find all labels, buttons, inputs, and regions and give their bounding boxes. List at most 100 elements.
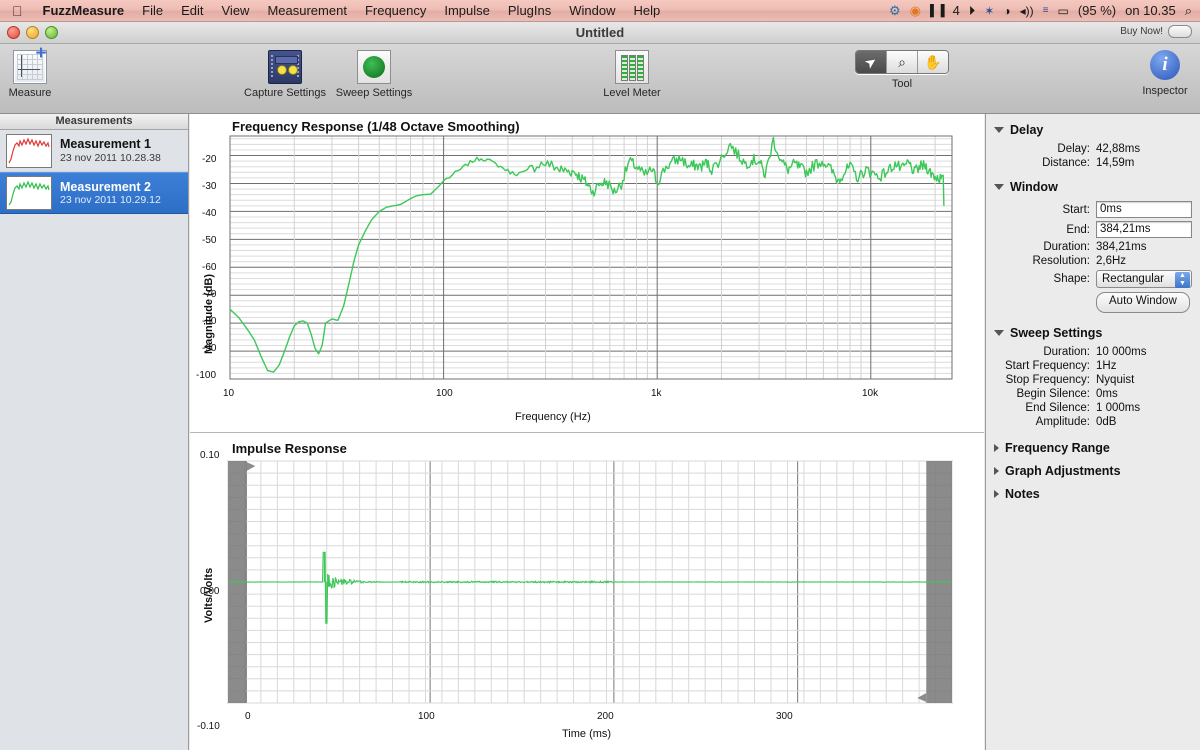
arrow-icon: ➤: [861, 51, 881, 72]
graphs-area: Frequency Response (1/48 Octave Smoothin…: [190, 114, 984, 750]
window-start-input[interactable]: 0ms: [1096, 201, 1192, 218]
row-key: End Silence:: [1025, 402, 1090, 414]
chevron-updown-icon[interactable]: ▲ ▼: [1175, 272, 1190, 288]
inspector-row-shape: Shape: Rectangular ▲ ▼: [986, 270, 1200, 288]
menu-bar:  FuzzMeasure File Edit View Measurement…: [0, 0, 1200, 22]
menu-app-name[interactable]: FuzzMeasure: [34, 0, 134, 22]
list-item[interactable]: Measurement 1 23 nov 2011 10.28.38: [0, 130, 188, 172]
window-end-input[interactable]: 384,21ms: [1096, 221, 1192, 238]
buy-now-area[interactable]: Buy Now!: [1120, 25, 1192, 38]
disclosure-triangle-icon[interactable]: [994, 490, 999, 498]
wifi-icon[interactable]: ◑: [1003, 0, 1010, 22]
menu-item-view[interactable]: View: [213, 0, 259, 22]
row-value: Nyquist: [1096, 374, 1135, 386]
audio-meter-icon[interactable]: ▌▐: [930, 0, 945, 22]
inspector-section-graph-adjustments[interactable]: Graph Adjustments: [986, 461, 1200, 481]
sidebar-header: Measurements: [0, 114, 188, 130]
disclosure-triangle-icon[interactable]: [994, 127, 1004, 133]
inspector-row-begin-silence: Begin Silence: 0ms: [986, 388, 1200, 400]
section-title: Sweep Settings: [1010, 326, 1103, 340]
main-toolbar: + Measure Capture Settings Sweep Setting…: [0, 44, 1200, 114]
sweep-settings-button[interactable]: Sweep Settings: [319, 50, 429, 99]
bluetooth-icon[interactable]: ✶: [984, 0, 994, 22]
row-key: Start Frequency:: [1004, 360, 1090, 372]
impulse-response-plot[interactable]: [190, 433, 984, 750]
section-title: Window: [1010, 180, 1058, 194]
app-status-icon[interactable]: ◉: [910, 0, 921, 22]
inspector-button[interactable]: i Inspector: [1110, 50, 1200, 97]
sweep-settings-icon: [357, 50, 391, 84]
measurement-date: 23 nov 2011 10.28.38: [60, 151, 161, 164]
dropbox-icon[interactable]: ⚙: [889, 0, 901, 22]
keyboard-flag-icon[interactable]: ≡: [1043, 0, 1049, 22]
row-value: 1Hz: [1096, 360, 1117, 372]
frequency-response-plot[interactable]: [190, 114, 984, 432]
menu-clock[interactable]: on 10.35: [1125, 0, 1176, 22]
menu-item-file[interactable]: File: [133, 0, 172, 22]
row-value: 42,88ms: [1096, 143, 1141, 155]
inspector-row-window-end: End: 384,21ms: [986, 221, 1200, 238]
window-shape-value: Rectangular: [1102, 273, 1165, 285]
row-value: 0dB: [1096, 416, 1117, 428]
capture-settings-label: Capture Settings: [244, 87, 326, 99]
row-value: 10 000ms: [1096, 346, 1147, 358]
menu-item-measurement[interactable]: Measurement: [258, 0, 355, 22]
inspector-row-end-silence: End Silence: 1 000ms: [986, 402, 1200, 414]
toolbar-toggle-pill[interactable]: [1168, 25, 1192, 38]
search-icon[interactable]: ⌕: [1185, 0, 1192, 22]
section-title: Frequency Range: [1005, 441, 1110, 455]
level-meter-icon: [615, 50, 649, 84]
inspector-section-frequency-range[interactable]: Frequency Range: [986, 438, 1200, 458]
level-meter-label: Level Meter: [603, 87, 661, 99]
window-title: Untitled: [575, 25, 625, 40]
row-key: Shape:: [1053, 273, 1090, 285]
row-value: 384,21ms: [1096, 241, 1147, 253]
pan-tool-button[interactable]: ✋: [918, 51, 948, 73]
arrow-tool-button[interactable]: ➤: [856, 51, 887, 73]
battery-icon[interactable]: ▭: [1057, 0, 1068, 22]
menu-item-window[interactable]: Window: [560, 0, 624, 22]
inspector-row-duration: Duration: 384,21ms: [986, 241, 1200, 253]
measure-label: Measure: [8, 87, 52, 99]
magnifier-plus-icon: ⌕: [898, 53, 906, 70]
menu-item-frequency[interactable]: Frequency: [356, 0, 435, 22]
inspector-section-sweep-settings[interactable]: Sweep Settings: [986, 322, 1200, 344]
inspector-section-delay[interactable]: Delay: [986, 119, 1200, 141]
menu-item-impulse[interactable]: Impulse: [435, 0, 499, 22]
disclosure-triangle-icon[interactable]: [994, 184, 1004, 190]
menu-item-edit[interactable]: Edit: [172, 0, 212, 22]
clock-history-icon[interactable]: ⏵: [969, 0, 976, 22]
disclosure-triangle-icon[interactable]: [994, 444, 999, 452]
menu-item-plugins[interactable]: PlugIns: [499, 0, 560, 22]
row-key: Duration:: [1043, 241, 1090, 253]
disclosure-triangle-icon[interactable]: [994, 467, 999, 475]
sweep-settings-label: Sweep Settings: [335, 87, 413, 99]
measure-button[interactable]: + Measure: [0, 44, 85, 99]
inspector-row-delay: Delay: 42,88ms: [986, 143, 1200, 155]
menu-item-help[interactable]: Help: [625, 0, 670, 22]
volume-icon[interactable]: ◂)): [1020, 0, 1034, 22]
row-key: End:: [1066, 223, 1090, 236]
inspector-section-notes[interactable]: Notes: [986, 484, 1200, 504]
tool-segmented-control[interactable]: ➤ ⌕ ✋: [855, 50, 949, 74]
measurement-thumbnail: [6, 176, 52, 210]
section-title: Delay: [1010, 123, 1044, 137]
inspector-row-start-frequency: Start Frequency: 1Hz: [986, 360, 1200, 372]
zoom-tool-button[interactable]: ⌕: [887, 51, 918, 73]
hand-icon: ✋: [924, 53, 942, 70]
measurement-text: Measurement 1 23 nov 2011 10.28.38: [60, 137, 161, 163]
level-meter-button[interactable]: Level Meter: [577, 50, 687, 99]
inspector-row-sweep-duration: Duration: 10 000ms: [986, 346, 1200, 358]
row-key: Stop Frequency:: [1005, 374, 1090, 386]
section-title: Notes: [1005, 487, 1040, 501]
disclosure-triangle-icon[interactable]: [994, 330, 1004, 336]
frequency-response-graph[interactable]: Frequency Response (1/48 Octave Smoothin…: [190, 114, 984, 433]
window-shape-select[interactable]: Rectangular ▲ ▼: [1096, 270, 1192, 288]
auto-window-button[interactable]: Auto Window: [1096, 292, 1190, 313]
impulse-response-graph[interactable]: Impulse Response Volts/Volts Time (ms) 0…: [190, 433, 984, 750]
inspector-row-stop-frequency: Stop Frequency: Nyquist: [986, 374, 1200, 386]
apple-menu-icon[interactable]: : [0, 4, 34, 18]
row-key: Begin Silence:: [1016, 388, 1090, 400]
inspector-section-window[interactable]: Window: [986, 176, 1200, 198]
list-item[interactable]: Measurement 2 23 nov 2011 10.29.12: [0, 172, 188, 214]
